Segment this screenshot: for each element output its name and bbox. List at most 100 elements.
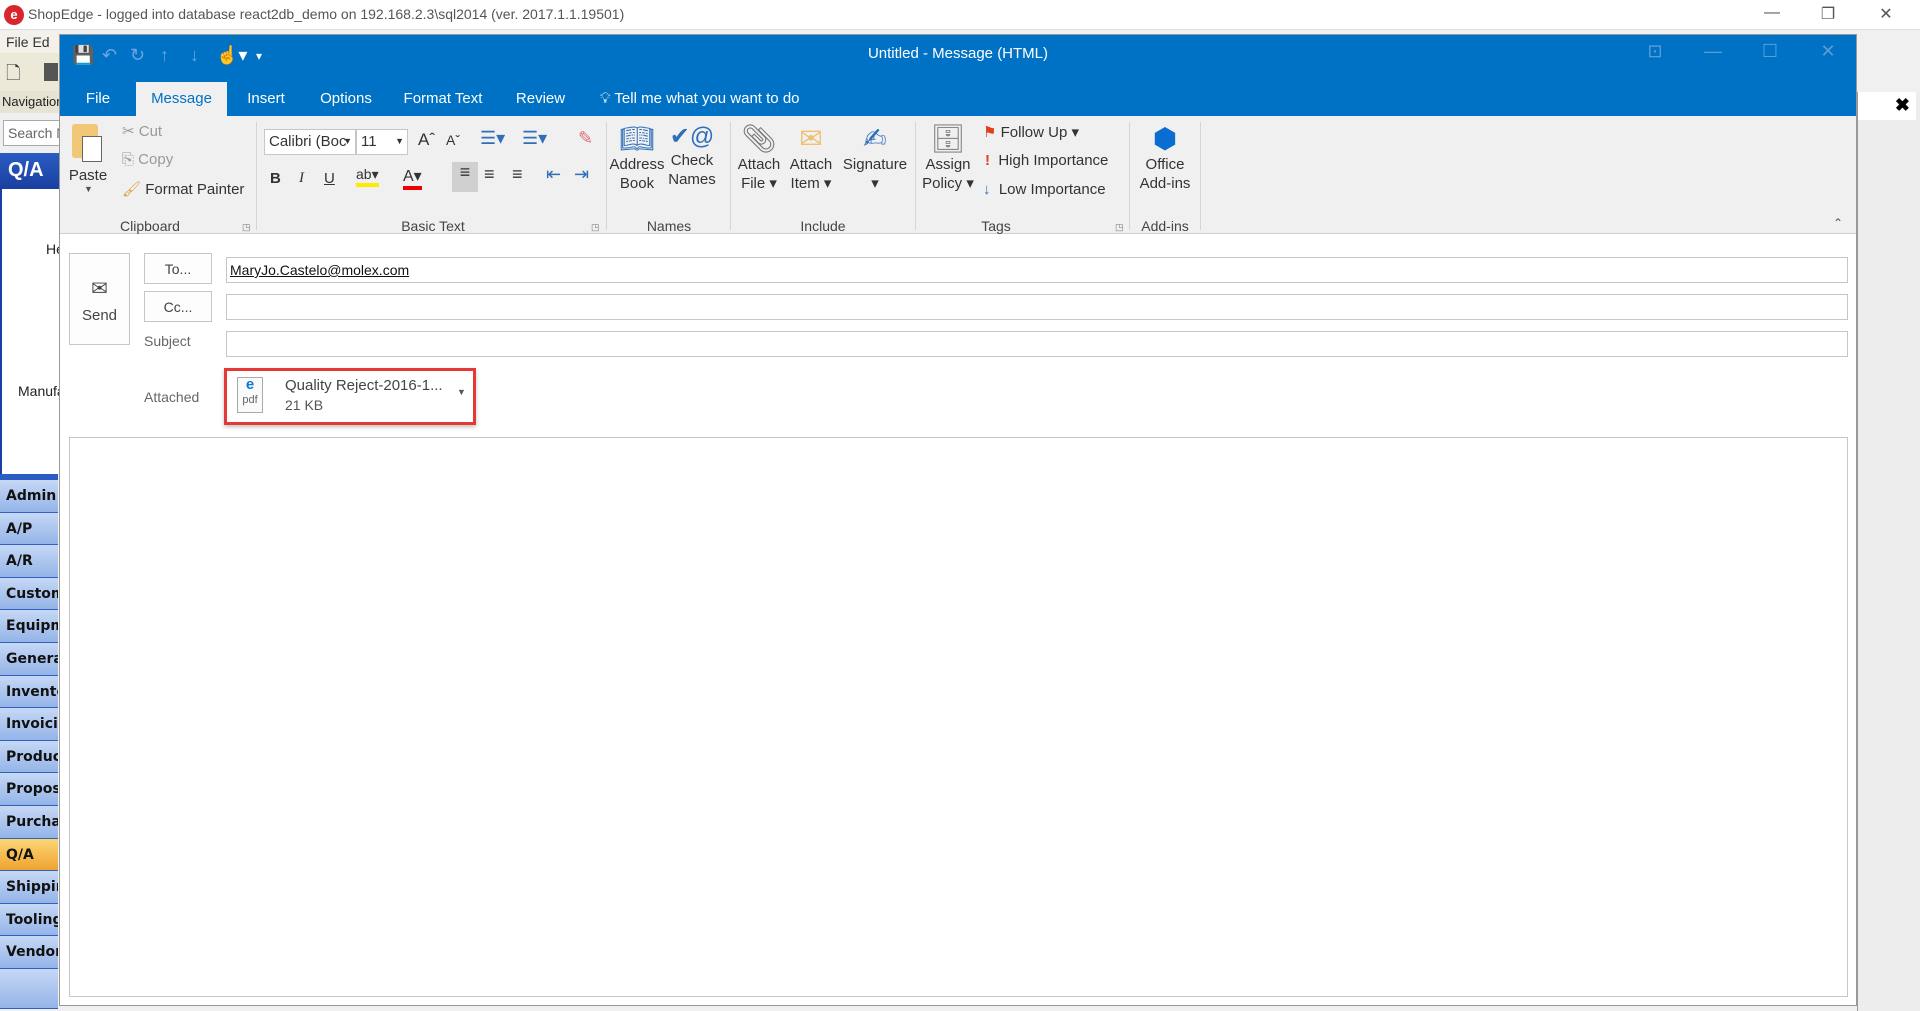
tab-file[interactable]: File [60, 82, 136, 116]
tab-format-text[interactable]: Format Text [387, 82, 499, 116]
numbering-icon[interactable]: ☰▾ [522, 128, 547, 149]
italic-button[interactable]: I [299, 170, 304, 187]
increase-indent-icon[interactable]: ⇥ [574, 164, 589, 185]
close-button[interactable]: ✕ [1808, 41, 1848, 62]
tell-me-search[interactable]: 💡︎ Tell me what you want to do [600, 82, 800, 116]
shrink-font-icon[interactable]: Aˇ [446, 132, 460, 148]
font-size-select[interactable]: 11 ▼ [356, 129, 408, 155]
signature-button[interactable]: ✍︎ Signature ▾ [840, 122, 910, 193]
attach-item-button[interactable]: ✉ Attach Item ▾ [784, 122, 838, 193]
dialog-launcher-icon[interactable]: ◳ [591, 222, 600, 233]
lightbulb-icon: 💡︎ [600, 90, 615, 107]
nav-item-general[interactable]: Genera [0, 642, 58, 676]
decrease-indent-icon[interactable]: ⇤ [546, 164, 561, 185]
navigation-search-input[interactable]: Search N [3, 120, 63, 146]
down-arrow-icon: ↓ [983, 181, 995, 198]
to-button[interactable]: To... [144, 253, 212, 284]
nav-item-qa[interactable]: Q/A [0, 838, 58, 872]
nav-item-production[interactable]: Product [0, 740, 58, 774]
align-center-icon[interactable]: ≡ [484, 164, 495, 185]
send-envelope-icon: ✉ [91, 278, 108, 300]
minimize-button[interactable]: — [1693, 41, 1733, 62]
nav-item-inventory[interactable]: Invento [0, 675, 58, 709]
navigation-header: Navigation [0, 91, 60, 113]
nav-item-ar[interactable]: A/R [0, 545, 58, 578]
app-titlebar: e ShopEdge - logged into database react2… [0, 0, 1920, 30]
address-book-button[interactable]: 📖︎ Address Book [609, 122, 665, 193]
check-names-button[interactable]: ✔@ Check Names [666, 122, 718, 189]
close-panel-icon[interactable]: ✖ [1858, 92, 1916, 120]
group-label-names: Names [646, 218, 692, 234]
close-button[interactable]: ✕ [1866, 4, 1906, 26]
tab-insert[interactable]: Insert [227, 82, 305, 116]
assign-policy-button[interactable]: 🗄︎ Assign Policy ▾ [920, 122, 976, 193]
nav-item-proposals[interactable]: Propos [0, 773, 58, 806]
flag-icon: ⚑ [983, 124, 1001, 141]
tab-review[interactable]: Review [499, 82, 582, 116]
ribbon-display-options-icon[interactable]: ⊡ [1635, 41, 1675, 62]
to-field[interactable]: MaryJo.Castelo@molex.com [226, 257, 1848, 283]
high-importance-button[interactable]: ! High Importance [985, 152, 1108, 169]
nav-item-customers[interactable]: Custom [0, 577, 58, 611]
minimize-button[interactable]: — [1752, 4, 1792, 26]
highlight-color-icon[interactable]: ab▾ [356, 166, 379, 187]
subject-field[interactable] [226, 331, 1848, 357]
envelope-icon: ✉ [799, 123, 823, 154]
attachment-name: Quality Reject-2016-1... [285, 377, 443, 394]
attach-file-button[interactable]: 📎︎ Attach File ▾ [736, 122, 782, 193]
recipient-chip[interactable]: MaryJo.Castelo@molex.com [230, 262, 409, 278]
navigation-list: Admin A/P A/R Custom Equipm Genera Inven… [0, 474, 58, 1009]
scissors-icon: ✂ [122, 123, 139, 140]
save-icon[interactable] [44, 63, 58, 81]
tell-me-label: Tell me what you want to do [614, 90, 800, 107]
clear-formatting-icon[interactable]: ✎ [578, 128, 593, 149]
bullets-icon[interactable]: ☰▾ [480, 128, 505, 149]
cut-button[interactable]: ✂ Cut [122, 122, 162, 140]
exclamation-icon: ! [985, 152, 995, 169]
font-color-icon[interactable]: A▾ [403, 166, 422, 190]
collapse-ribbon-icon[interactable]: ⌃ [1833, 216, 1843, 230]
outlook-header: 💾 ↶ ↻ ↑ ↓ ☝▾ ▾ Untitled - Message (HTML)… [60, 35, 1856, 116]
dialog-launcher-icon[interactable]: ◳ [1115, 222, 1124, 233]
low-importance-button[interactable]: ↓ Low Importance [983, 181, 1106, 198]
follow-up-button[interactable]: ⚑ Follow Up ▾ [983, 123, 1079, 141]
message-body-editor[interactable] [69, 437, 1848, 997]
group-label-include: Include [800, 218, 846, 234]
align-left-icon[interactable]: ≡ [452, 162, 478, 192]
maximize-button[interactable]: ☐ [1750, 41, 1790, 62]
send-button[interactable]: ✉ Send [69, 253, 130, 345]
pdf-file-icon: e pdf [237, 377, 263, 413]
paste-button[interactable]: Paste ▼ [68, 122, 108, 202]
new-document-icon[interactable]: 🗋 [6, 61, 20, 91]
copy-button[interactable]: ⎘ Copy [122, 151, 173, 168]
tab-options[interactable]: Options [305, 82, 387, 116]
dialog-launcher-icon[interactable]: ◳ [242, 222, 251, 233]
office-addins-button[interactable]: ⬢ Office Add-ins [1132, 122, 1198, 193]
tab-message[interactable]: Message [136, 82, 227, 116]
nav-item-vendors[interactable]: Vendor [0, 936, 58, 969]
nav-item-shipping[interactable]: Shippin [0, 871, 58, 904]
nav-item-admin[interactable]: Admin [0, 480, 58, 513]
paintbrush-icon: 🖌︎ [122, 181, 146, 198]
font-name-select[interactable]: Calibri (Boc ▼ [264, 129, 356, 155]
cabinet-icon: 🗄︎ [930, 123, 966, 154]
attachment-dropdown-icon[interactable]: ▼ [457, 387, 466, 397]
grow-font-icon[interactable]: Aˆ [418, 130, 435, 150]
subject-label: Subject [144, 333, 191, 349]
align-right-icon[interactable]: ≡ [512, 164, 523, 185]
nav-item-purchasing[interactable]: Purchas [0, 805, 58, 839]
copy-icon: ⎘ [122, 151, 139, 168]
nav-item-equipment[interactable]: Equipm [0, 610, 58, 643]
cc-button[interactable]: Cc... [144, 291, 212, 322]
format-painter-button[interactable]: 🖌︎ Format Painter [122, 180, 244, 198]
cc-field[interactable] [226, 294, 1848, 320]
nav-item-ap[interactable]: A/P [0, 512, 58, 546]
underline-button[interactable]: U [324, 170, 335, 187]
nav-item-tooling[interactable]: Tooling [0, 903, 58, 937]
restore-button[interactable]: ❐ [1808, 4, 1848, 26]
attachment-item[interactable]: e pdf Quality Reject-2016-1... 21 KB ▼ [224, 368, 476, 425]
group-label-basic-text: Basic Text [401, 218, 465, 234]
app-menu[interactable]: File Ed [0, 31, 60, 53]
bold-button[interactable]: B [270, 170, 281, 187]
nav-item-invoicing[interactable]: Invoicin [0, 708, 58, 741]
